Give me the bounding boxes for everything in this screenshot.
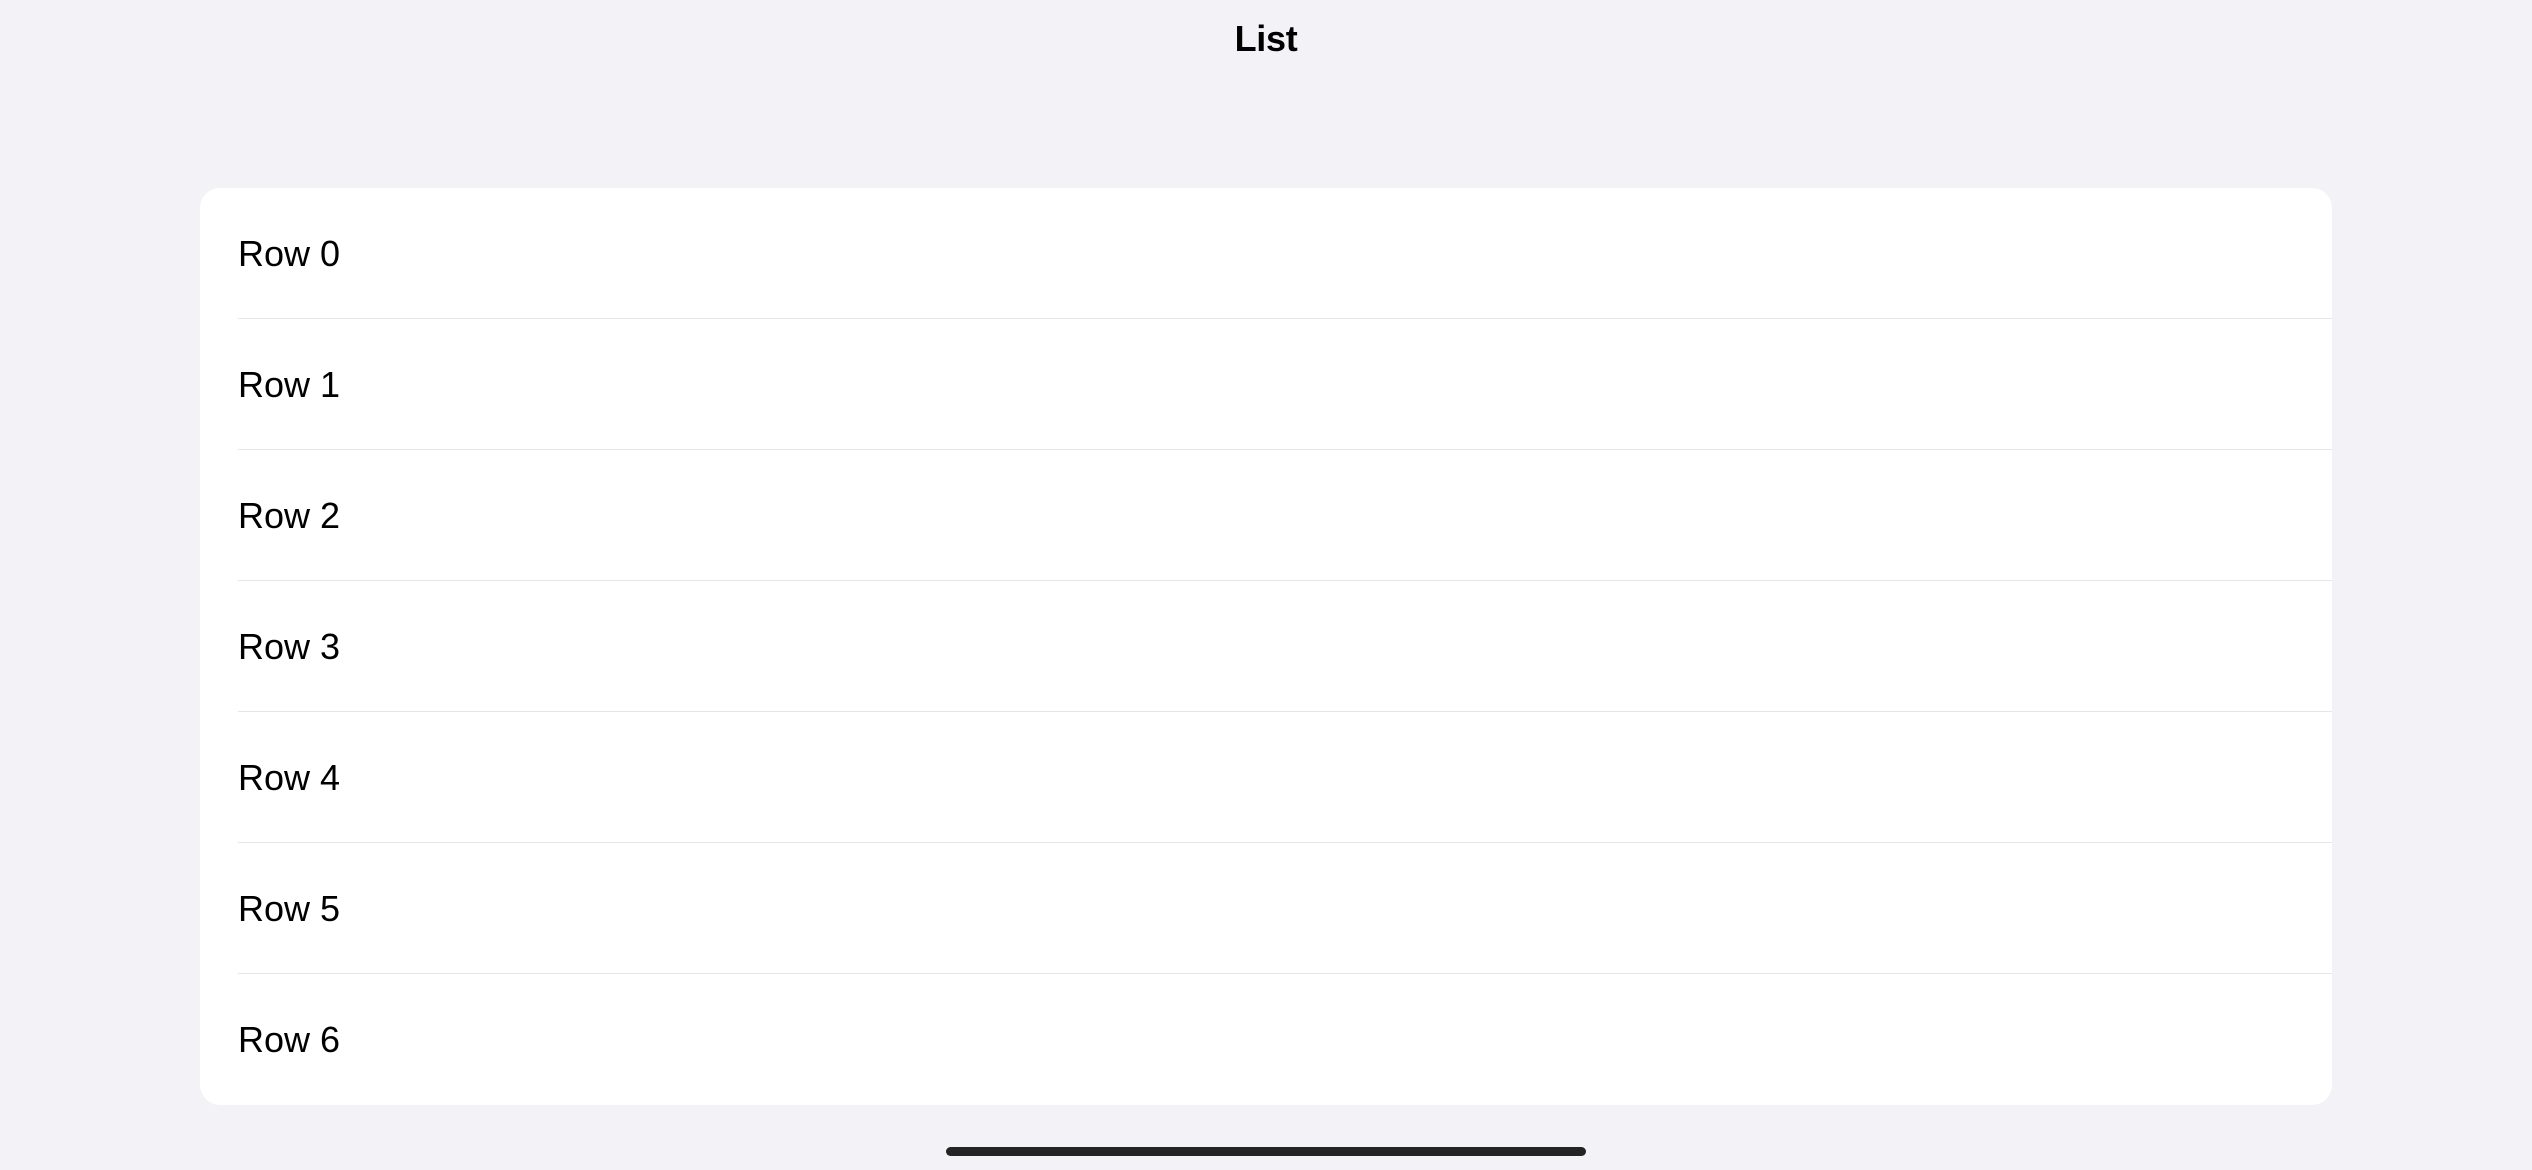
list-item[interactable]: Row 2 [200,450,2332,581]
list-item[interactable]: Row 0 [200,188,2332,319]
list-item-label: Row 0 [238,233,340,275]
list-item[interactable]: Row 3 [200,581,2332,712]
list-container[interactable]: Row 0 Row 1 Row 2 Row 3 Row 4 Row 5 Row … [200,188,2332,1105]
page-title: List [0,18,2532,60]
list-item[interactable]: Row 1 [200,319,2332,450]
list-item-label: Row 4 [238,757,340,799]
content-area: Row 0 Row 1 Row 2 Row 3 Row 4 Row 5 Row … [0,78,2532,1105]
list-item-label: Row 1 [238,364,340,406]
list-item-label: Row 2 [238,495,340,537]
list-item-label: Row 3 [238,626,340,668]
list-item[interactable]: Row 4 [200,712,2332,843]
navigation-bar: List [0,0,2532,78]
list-item-label: Row 6 [238,1019,340,1061]
list-item[interactable]: Row 5 [200,843,2332,974]
list-item[interactable]: Row 6 [200,974,2332,1105]
list-item-label: Row 5 [238,888,340,930]
home-indicator[interactable] [946,1147,1586,1156]
